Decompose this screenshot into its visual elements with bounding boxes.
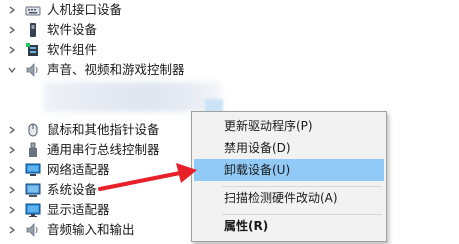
tree-item-label: 显示适配器 <box>47 202 110 217</box>
system-device-icon <box>25 182 41 198</box>
usb-icon <box>25 142 41 158</box>
tree-item-label: 软件组件 <box>47 42 98 57</box>
chevron-down-icon[interactable] <box>7 65 17 75</box>
tree-item-label: 系统设备 <box>47 182 98 197</box>
software-component-icon <box>25 42 41 58</box>
context-menu: 更新驱动程序(P) 禁用设备(D) 卸载设备(U) 扫描检测硬件改动(A) 属性… <box>191 111 387 242</box>
tree-item-usb[interactable]: 通用串行总线控制器 <box>0 140 190 160</box>
tree-item-display[interactable]: 显示适配器 <box>0 200 190 220</box>
tree-item-audio-io[interactable]: 音频输入和输出 <box>0 220 190 240</box>
chevron-right-icon[interactable] <box>7 205 17 215</box>
software-device-icon <box>25 22 41 38</box>
chevron-right-icon[interactable] <box>7 125 17 135</box>
chevron-right-icon[interactable] <box>7 145 17 155</box>
chevron-right-icon[interactable] <box>7 25 17 35</box>
menu-item-update-driver[interactable]: 更新驱动程序(P) <box>194 115 384 137</box>
chevron-right-icon[interactable] <box>7 165 17 175</box>
chevron-right-icon[interactable] <box>7 225 17 235</box>
tree-item-software-component[interactable]: 软件组件 <box>0 40 200 60</box>
audio-io-icon <box>25 222 41 238</box>
network-adapter-icon <box>25 162 41 178</box>
tree-item-sound-video-game[interactable]: 声音、视频和游戏控制器 <box>0 60 220 80</box>
chevron-right-icon[interactable] <box>7 185 17 195</box>
tree-item-network[interactable]: 网络适配器 <box>0 160 190 180</box>
tree-item-system[interactable]: 系统设备 <box>0 180 190 200</box>
blurred-child-entry <box>44 82 222 112</box>
hid-icon <box>25 2 41 18</box>
tree-item-hid[interactable]: 人机接口设备 <box>0 0 200 20</box>
speaker-icon <box>25 62 41 78</box>
tree-item-label: 鼠标和其他指针设备 <box>47 122 160 137</box>
tree-item-mouse[interactable]: 鼠标和其他指针设备 <box>0 120 190 140</box>
menu-item-uninstall-device[interactable]: 卸载设备(U) <box>194 159 384 181</box>
mouse-icon <box>25 122 41 138</box>
menu-item-scan-hardware[interactable]: 扫描检测硬件改动(A) <box>194 187 384 209</box>
tree-item-label: 软件设备 <box>47 22 98 37</box>
display-adapter-icon <box>25 202 41 218</box>
tree-item-label: 通用串行总线控制器 <box>47 142 160 157</box>
chevron-right-icon[interactable] <box>7 5 17 15</box>
tree-item-label: 网络适配器 <box>47 162 110 177</box>
chevron-right-icon[interactable] <box>7 45 17 55</box>
menu-item-disable-device[interactable]: 禁用设备(D) <box>194 137 384 159</box>
tree-item-label: 音频输入和输出 <box>47 222 135 237</box>
menu-item-properties[interactable]: 属性(R) <box>194 215 384 237</box>
tree-item-label: 人机接口设备 <box>47 2 123 17</box>
tree-item-software-device[interactable]: 软件设备 <box>0 20 200 40</box>
tree-item-label: 声音、视频和游戏控制器 <box>47 62 185 77</box>
